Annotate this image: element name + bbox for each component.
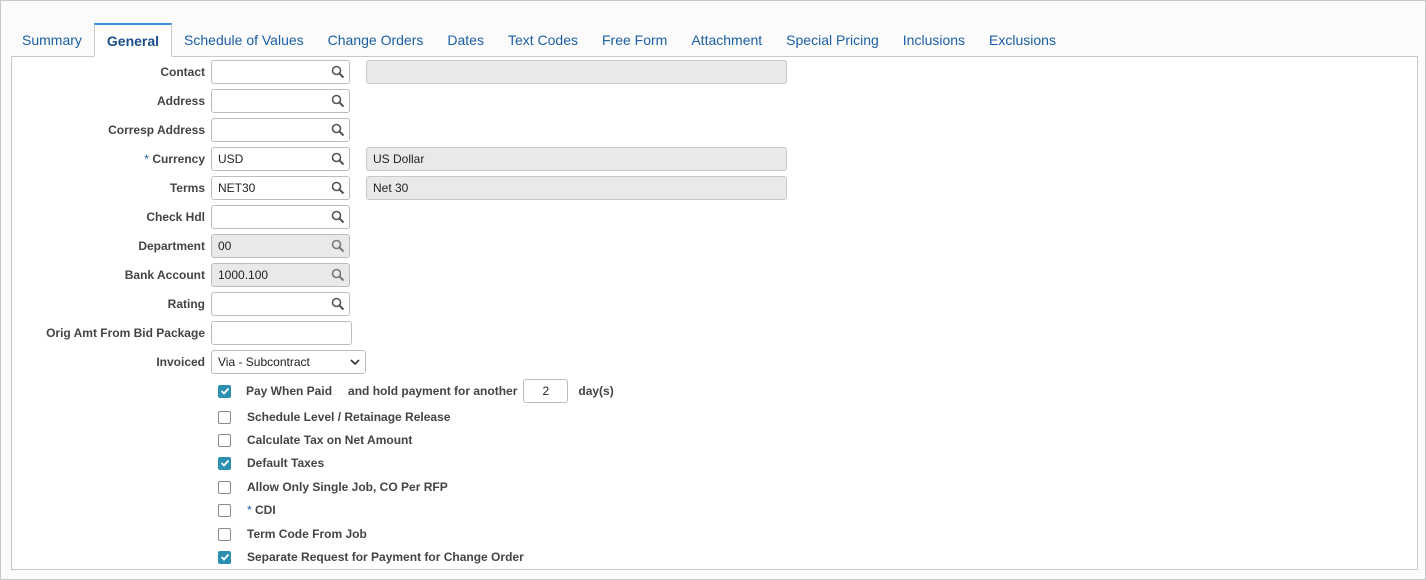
- search-icon[interactable]: [331, 65, 345, 79]
- separate-request-row: Separate Request for Payment for Change …: [218, 547, 524, 567]
- department-label: Department: [138, 239, 205, 253]
- chevron-down-icon: [350, 359, 360, 366]
- single-job-checkbox[interactable]: [218, 480, 231, 494]
- checkmark-icon: [220, 553, 229, 561]
- contact-label: Contact: [160, 65, 205, 79]
- tab-exclusions[interactable]: Exclusions: [977, 24, 1068, 57]
- terms-value: NET30: [218, 181, 256, 195]
- corresp-address-field[interactable]: [211, 118, 350, 142]
- calc-tax-row: Calculate Tax on Net Amount: [218, 430, 412, 450]
- cdi-checkbox[interactable]: [218, 503, 231, 517]
- schedule-level-row: Schedule Level / Retainage Release: [218, 407, 450, 427]
- department-row: Department 00: [12, 234, 350, 258]
- tab-bar: Summary General Schedule of Values Chang…: [11, 23, 1068, 57]
- search-icon[interactable]: [331, 94, 345, 108]
- hold-days-input[interactable]: 2: [523, 379, 569, 403]
- tab-general[interactable]: General: [93, 23, 173, 57]
- pay-when-paid-row: Pay When Paid and hold payment for anoth…: [218, 379, 614, 403]
- orig-amt-row: Orig Amt From Bid Package: [12, 321, 352, 345]
- contact-row: Contact: [12, 60, 350, 84]
- corresp-address-label: Corresp Address: [108, 123, 205, 137]
- bank-account-field: 1000.100: [211, 263, 350, 287]
- pay-when-paid-checkbox[interactable]: [218, 384, 231, 398]
- tab-inclusions[interactable]: Inclusions: [891, 24, 977, 57]
- invoiced-value: Via - Subcontract: [218, 355, 310, 369]
- search-icon[interactable]: [331, 123, 345, 137]
- rating-row: Rating: [12, 292, 350, 316]
- invoiced-row: Invoiced Via - Subcontract: [12, 350, 366, 374]
- currency-description: US Dollar: [366, 147, 787, 171]
- terms-field[interactable]: NET30: [211, 176, 350, 200]
- rating-label: Rating: [167, 297, 205, 311]
- tab-special-pricing[interactable]: Special Pricing: [774, 24, 891, 57]
- default-taxes-checkbox[interactable]: [218, 456, 231, 470]
- search-icon[interactable]: [331, 152, 345, 166]
- search-icon: [331, 239, 345, 253]
- currency-value: USD: [218, 152, 244, 166]
- default-taxes-row: Default Taxes: [218, 453, 324, 473]
- address-row: Address: [12, 89, 350, 113]
- separate-request-label: Separate Request for Payment for Change …: [247, 550, 524, 564]
- default-taxes-label: Default Taxes: [247, 456, 325, 470]
- hold-payment-label: and hold payment for another: [348, 384, 518, 398]
- search-icon[interactable]: [331, 181, 345, 195]
- currency-label-text: Currency: [152, 152, 205, 166]
- currency-field[interactable]: USD: [211, 147, 350, 171]
- term-code-row: Term Code From Job: [218, 524, 367, 544]
- terms-description: Net 30: [366, 176, 787, 200]
- term-code-label: Term Code From Job: [247, 527, 367, 541]
- tab-schedule-of-values[interactable]: Schedule of Values: [172, 24, 316, 57]
- search-icon: [331, 268, 345, 282]
- checkmark-icon: [220, 387, 229, 395]
- terms-label: Terms: [169, 181, 205, 195]
- rating-field[interactable]: [211, 292, 350, 316]
- terms-row: Terms NET30: [12, 176, 350, 200]
- single-job-label: Allow Only Single Job, CO Per RFP: [247, 480, 448, 494]
- cdi-label-text: CDI: [255, 503, 276, 517]
- invoiced-select[interactable]: Via - Subcontract: [211, 350, 366, 374]
- address-label: Address: [156, 94, 205, 108]
- schedule-level-label: Schedule Level / Retainage Release: [247, 410, 451, 424]
- orig-amt-label: Orig Amt From Bid Package: [46, 326, 205, 340]
- tab-text-codes[interactable]: Text Codes: [496, 24, 590, 57]
- separate-request-checkbox[interactable]: [218, 550, 231, 564]
- pay-when-paid-label: Pay When Paid: [246, 384, 333, 398]
- checkmark-icon: [220, 459, 229, 467]
- department-field: 00: [211, 234, 350, 258]
- search-icon[interactable]: [331, 297, 345, 311]
- bank-account-label: Bank Account: [124, 268, 205, 282]
- tab-free-form[interactable]: Free Form: [590, 24, 679, 57]
- currency-row: * Currency USD: [12, 147, 350, 171]
- single-job-row: Allow Only Single Job, CO Per RFP: [218, 477, 448, 497]
- currency-label: * Currency: [12, 152, 211, 166]
- tab-attachment[interactable]: Attachment: [679, 24, 774, 57]
- search-icon[interactable]: [331, 210, 345, 224]
- department-value: 00: [218, 239, 232, 253]
- required-marker: *: [247, 503, 252, 517]
- bank-account-row: Bank Account 1000.100: [12, 263, 350, 287]
- corresp-address-row: Corresp Address: [12, 118, 350, 142]
- cdi-label: * CDI: [247, 503, 276, 517]
- schedule-level-checkbox[interactable]: [218, 410, 231, 424]
- window: Summary General Schedule of Values Chang…: [0, 0, 1426, 580]
- calc-tax-label: Calculate Tax on Net Amount: [247, 433, 413, 447]
- contact-description: [366, 60, 787, 84]
- cdi-row: * CDI: [218, 500, 276, 520]
- invoiced-label: Invoiced: [156, 355, 205, 369]
- check-hdl-label: Check Hdl: [146, 210, 205, 224]
- days-label: day(s): [578, 384, 614, 398]
- address-field[interactable]: [211, 89, 350, 113]
- bank-account-value: 1000.100: [218, 268, 269, 282]
- check-hdl-row: Check Hdl: [12, 205, 350, 229]
- check-hdl-field[interactable]: [211, 205, 350, 229]
- orig-amt-input[interactable]: [211, 321, 352, 345]
- general-panel: Contact Address Corresp Address * Curren…: [11, 56, 1418, 570]
- tab-dates[interactable]: Dates: [435, 24, 496, 57]
- contact-field[interactable]: [211, 60, 350, 84]
- tab-change-orders[interactable]: Change Orders: [316, 24, 436, 57]
- tab-summary[interactable]: Summary: [11, 24, 94, 57]
- required-marker: *: [144, 152, 149, 166]
- calc-tax-checkbox[interactable]: [218, 433, 231, 447]
- term-code-checkbox[interactable]: [218, 527, 231, 541]
